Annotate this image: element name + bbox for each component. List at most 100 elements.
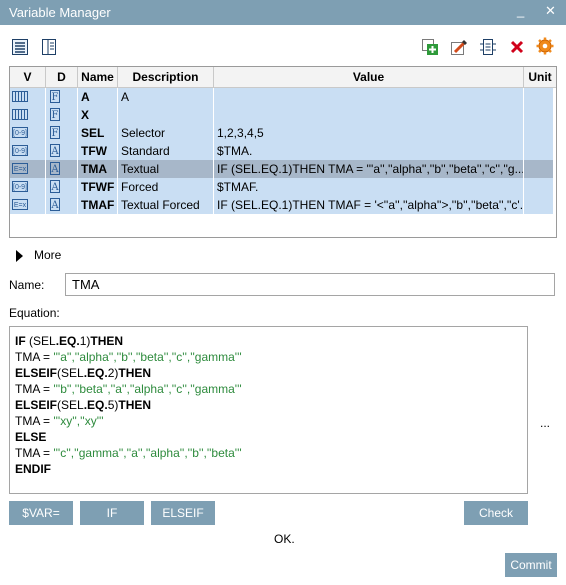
column-header-value[interactable]: Value <box>214 67 524 87</box>
fixed-definition-icon: F <box>50 108 60 121</box>
variable-type-cell: [0-9] <box>10 178 46 196</box>
definition-type-cell: A <box>46 160 78 178</box>
table-row[interactable]: [0-9] F SEL Selector 1,2,3,4,5 <box>10 124 554 142</box>
cell-unit <box>524 88 554 106</box>
cell-unit <box>524 142 554 160</box>
cell-name: TFWF <box>78 178 118 196</box>
equation-text: (SEL <box>57 366 84 380</box>
table-row[interactable]: [0-9] A TFWF Forced $TMAF. <box>10 178 554 196</box>
equation-text: TMA = <box>15 382 54 396</box>
auto-definition-icon: A <box>50 162 60 175</box>
equation-text: TMA = <box>15 414 54 428</box>
equation-keyword: ELSEIF <box>15 398 58 412</box>
close-button[interactable]: ✕ <box>545 3 556 19</box>
column-header-unit[interactable]: Unit <box>524 67 556 87</box>
name-label: Name: <box>9 278 45 292</box>
equation-string: '''a'',''alpha'',''b'',''beta'',''c'',''… <box>53 350 242 364</box>
cell-value: IF (SEL.EQ.1)THEN TMA = '''a'',''alpha''… <box>214 160 524 178</box>
variable-type-cell: E=x <box>10 160 46 178</box>
table-row[interactable]: E=x A TMAF Textual Forced IF (SEL.EQ.1)THEN … <box>10 196 554 214</box>
cell-unit <box>524 178 554 196</box>
numeric-range-icon: [0-9] <box>12 181 28 192</box>
equation-label: Equation: <box>9 306 60 320</box>
variable-type-cell: E=x <box>10 196 46 214</box>
column-header-description[interactable]: Description <box>118 67 214 87</box>
equation-keyword: ELSE <box>15 430 47 444</box>
definition-type-cell: F <box>46 106 78 124</box>
variable-type-cell: [0-9] <box>10 124 46 142</box>
definition-type-cell: F <box>46 88 78 106</box>
equation-line: ELSEIF(SEL.EQ.2)THEN <box>15 365 522 381</box>
more-label: More <box>34 248 62 262</box>
variable-type-cell <box>10 88 46 106</box>
equation-string: '''c'',''gamma'',''a'',''alpha'',''b'','… <box>53 446 242 460</box>
cell-value: $TMA. <box>214 142 524 160</box>
column-header-d[interactable]: D <box>46 67 78 87</box>
numeric-range-icon: [0-9] <box>12 145 28 156</box>
equation-keyword: .EQ. <box>83 398 108 412</box>
table-row[interactable]: [0-9] A TFW Standard $TMA. <box>10 142 554 160</box>
cell-description: Selector <box>118 124 214 142</box>
definition-type-cell: A <box>46 142 78 160</box>
fixed-definition-icon: F <box>50 126 60 139</box>
check-button[interactable]: Check <box>464 501 528 525</box>
equation-text: 2) <box>107 366 119 380</box>
equation-string: '''xy'',''xy''' <box>53 414 104 428</box>
insert-if-button[interactable]: IF <box>80 501 144 525</box>
detail-view-icon[interactable] <box>40 38 58 56</box>
cell-name: SEL <box>78 124 118 142</box>
equation-text: 5) <box>107 398 119 412</box>
name-input[interactable]: TMA <box>65 273 555 296</box>
table-row[interactable]: F AA <box>10 88 554 106</box>
equation-keyword: IF <box>15 334 26 348</box>
commit-button[interactable]: Commit <box>505 553 557 577</box>
cell-name: TFW <box>78 142 118 160</box>
insert-var-button[interactable]: $VAR= <box>9 501 73 525</box>
equation-keyword: ENDIF <box>15 462 51 476</box>
delete-variable-icon[interactable] <box>508 38 526 56</box>
equation-keyword: .EQ. <box>83 366 108 380</box>
equation-string: '''b'',''beta'',''a'',''alpha'',''c'',''… <box>53 382 242 396</box>
equation-line: ENDIF <box>15 461 522 477</box>
add-variable-icon[interactable] <box>421 38 439 56</box>
cell-description: Textual <box>118 160 214 178</box>
variables-table[interactable]: V D Name Description Value Unit F A A F X [0-… <box>9 66 557 238</box>
status-text: OK. <box>274 532 295 546</box>
table-row[interactable]: E=x A TMA Textual IF (SEL.EQ.1)THEN TMA = ''… <box>10 160 554 178</box>
equation-keyword: ELSEIF <box>15 366 58 380</box>
equation-text: TMA = <box>15 446 54 460</box>
minimize-button[interactable]: _ <box>517 3 524 18</box>
cell-description: Textual Forced <box>118 196 214 214</box>
cell-unit <box>524 160 554 178</box>
cell-unit <box>524 106 554 124</box>
equation-line: ELSE <box>15 429 522 445</box>
equation-line: ELSEIF(SEL.EQ.5)THEN <box>15 397 522 413</box>
equation-more-button[interactable]: ... <box>540 416 550 430</box>
equation-line: TMA = '''c'',''gamma'',''a'',''alpha'','… <box>15 445 522 461</box>
equation-editor[interactable]: IF (SEL.EQ.1)THEN TMA = '''a'',''alpha''… <box>9 326 528 494</box>
column-header-v[interactable]: V <box>10 67 46 87</box>
equation-keyword: THEN <box>118 398 152 412</box>
expand-triangle-icon <box>16 250 23 262</box>
cell-name: X <box>78 106 118 124</box>
cell-value: 1,2,3,4,5 <box>214 124 524 142</box>
definition-type-cell: A <box>46 178 78 196</box>
settings-gear-icon[interactable] <box>536 37 554 55</box>
cell-unit <box>524 196 554 214</box>
cell-description: A <box>118 88 214 106</box>
equation-text: 1) <box>79 334 91 348</box>
numeric-range-icon: [0-9] <box>12 127 28 138</box>
equation-keyword: .EQ. <box>55 334 80 348</box>
equation-type-icon: E=x <box>12 199 28 210</box>
cell-description: Forced <box>118 178 214 196</box>
insert-elseif-button[interactable]: ELSEIF <box>151 501 215 525</box>
table-row[interactable]: FX <box>10 106 554 124</box>
equation-text: TMA = <box>15 350 54 364</box>
cell-value: IF (SEL.EQ.1)THEN TMAF = '<''a'',''alpha… <box>214 196 524 214</box>
column-header-name[interactable]: Name <box>78 67 118 87</box>
list-view-icon[interactable] <box>11 38 29 56</box>
edit-variable-icon[interactable] <box>450 38 468 56</box>
cell-description <box>118 106 214 124</box>
copy-variable-icon[interactable] <box>479 38 497 56</box>
keyboard-input-icon <box>12 91 28 102</box>
